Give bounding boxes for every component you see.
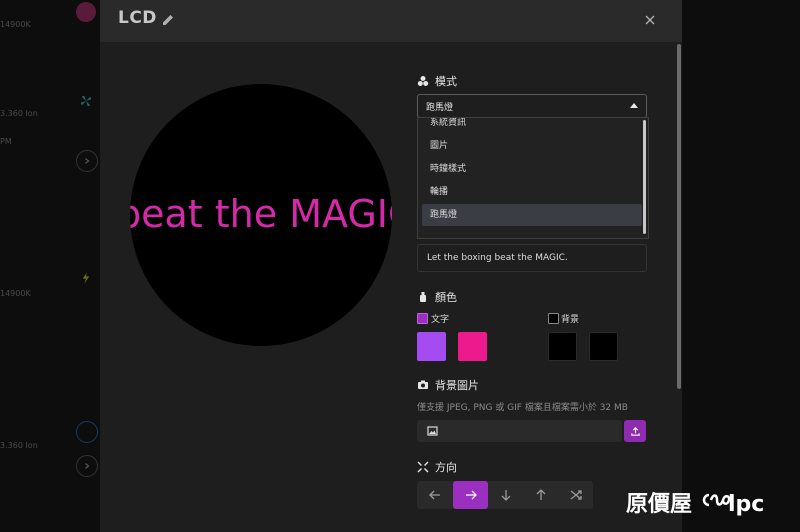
fan-icon [76,91,96,111]
mode-label: 模式 [435,75,457,88]
preview-marquee-text: beat the MAGIC [130,192,392,236]
shuffle-icon [570,490,582,500]
arrow-up-icon [536,489,545,500]
image-gallery-icon [427,426,438,436]
bg-color-swatch[interactable] [548,332,577,361]
background-app-panel: 14900K 3.360 Ion PM 14900K 3.360 Ion [0,0,100,532]
bg-image-hint: 僅支援 JPEG, PNG 或 GIF 檔案且檔案需小於 32 MB [417,403,628,413]
bg-label: 14900K [0,20,31,29]
text-color-checkbox[interactable] [417,313,428,324]
dropdown-scrollbar[interactable] [643,120,646,234]
direction-button-group [417,481,593,509]
dropdown-option[interactable]: 系統資訊 [422,118,642,134]
lcd-preview: beat the MAGIC [130,84,392,346]
arrow-left-icon [428,490,440,500]
direction-up-button[interactable] [523,481,558,509]
modal-scrollbar[interactable] [677,44,681,389]
pencil-icon[interactable] [160,12,176,28]
watermark-cn-text: 原價屋 [626,491,693,517]
modal-header: LCD [100,0,682,42]
color-section-header: 顏色 [417,289,457,305]
arrows-inward-icon [417,461,429,473]
dropdown-option[interactable]: 圖片 [422,135,642,157]
chevron-right-icon [76,455,98,477]
color-label: 顏色 [435,291,457,304]
upload-button[interactable] [624,420,646,442]
mode-select-value: 跑馬燈 [426,103,454,113]
close-icon[interactable] [642,12,658,28]
watermark-logo: 原價屋 lpc [626,486,764,518]
direction-section-header: 方向 [417,459,457,475]
arrow-right-icon [465,490,477,500]
dropdown-option-selected[interactable]: 跑馬燈 [422,204,642,226]
direction-shuffle-button[interactable] [558,481,593,509]
marquee-text-value: Let the boxing beat the MAGIC. [427,253,568,263]
upload-icon [630,426,640,436]
bg-device-icon [76,2,96,22]
marquee-text-input[interactable]: Let the boxing beat the MAGIC. [417,244,647,272]
mode-dropdown-list: 系統資訊 圖片 時鐘樣式 輪播 跑馬燈 [417,117,649,239]
watermark-infinity-icon [702,493,731,507]
mode-section-header: 模式 [417,73,457,89]
bg-image-label: 背景圖片 [435,379,479,392]
caret-up-icon [630,103,638,108]
bg-label: PM [0,137,12,146]
chevron-right-icon [76,150,98,172]
watermark-en-text: lpc [728,492,765,517]
bg-label: 3.360 Ion [0,109,38,118]
text-color-swatch[interactable] [417,332,446,361]
bg-image-file-field[interactable] [417,420,622,442]
dropdown-option[interactable]: 輪播 [422,181,642,203]
camera-icon [418,380,428,389]
arrow-down-icon [501,490,510,501]
dropdown-option[interactable]: 時鐘樣式 [422,158,642,180]
lcd-settings-modal: LCD beat the MAGIC 模式 跑馬燈 系統資訊 圖片 時鐘樣式 輪… [100,0,682,532]
shapes-icon [417,76,429,86]
modal-title: LCD [118,8,157,28]
bg-image-section-header: 背景圖片 [417,377,479,393]
paint-bucket-icon [420,292,426,302]
bg-color-label: 背景 [561,315,580,325]
bg-color-swatch[interactable] [589,332,618,361]
text-color-swatch[interactable] [458,332,487,361]
mode-select[interactable]: 跑馬燈 [417,94,647,118]
direction-down-button[interactable] [488,481,523,509]
lightning-icon [76,268,96,288]
text-color-label: 文字 [431,315,450,325]
direction-label: 方向 [435,461,457,474]
direction-left-button[interactable] [417,481,452,509]
bg-label: 3.360 Ion [0,441,38,450]
background-right-panel [682,0,800,532]
bg-color-checkbox[interactable] [548,313,559,324]
device-icon [76,421,98,443]
bg-label: 14900K [0,289,31,298]
direction-right-button[interactable] [453,481,488,509]
